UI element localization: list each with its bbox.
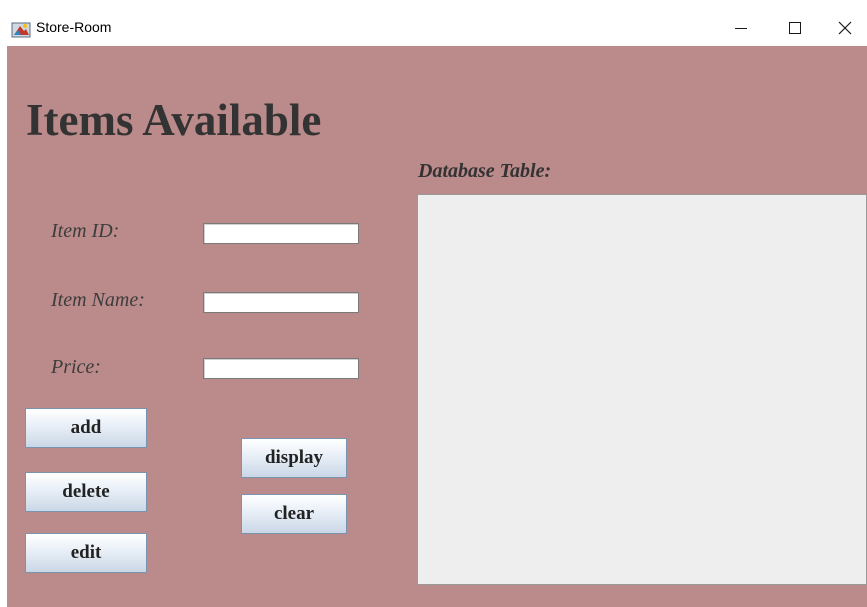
database-table[interactable] — [417, 194, 867, 585]
edit-button[interactable]: edit — [25, 533, 147, 573]
window-title: Store-Room — [36, 19, 112, 35]
item-id-field[interactable] — [203, 223, 359, 244]
window-titlebar[interactable]: Store-Room — [0, 0, 867, 46]
database-table-label: Database Table: — [418, 160, 552, 182]
minimize-button[interactable] — [718, 12, 764, 44]
page-title: Items Available — [26, 95, 322, 145]
close-icon — [838, 21, 852, 35]
item-name-field[interactable] — [203, 292, 359, 313]
item-name-label: Item Name: — [51, 289, 145, 311]
display-button[interactable]: display — [241, 438, 347, 478]
java-app-icon — [11, 20, 31, 38]
clear-button[interactable]: clear — [241, 494, 347, 534]
minimize-icon — [735, 28, 747, 29]
add-button[interactable]: add — [25, 408, 147, 448]
price-label: Price: — [51, 356, 101, 378]
delete-button[interactable]: delete — [25, 472, 147, 512]
item-id-label: Item ID: — [51, 220, 120, 242]
price-field[interactable] — [203, 358, 359, 379]
maximize-icon — [789, 22, 801, 34]
maximize-button[interactable] — [772, 12, 818, 44]
close-button[interactable] — [822, 12, 867, 44]
main-panel: Items Available Database Table: Item ID:… — [7, 46, 867, 607]
